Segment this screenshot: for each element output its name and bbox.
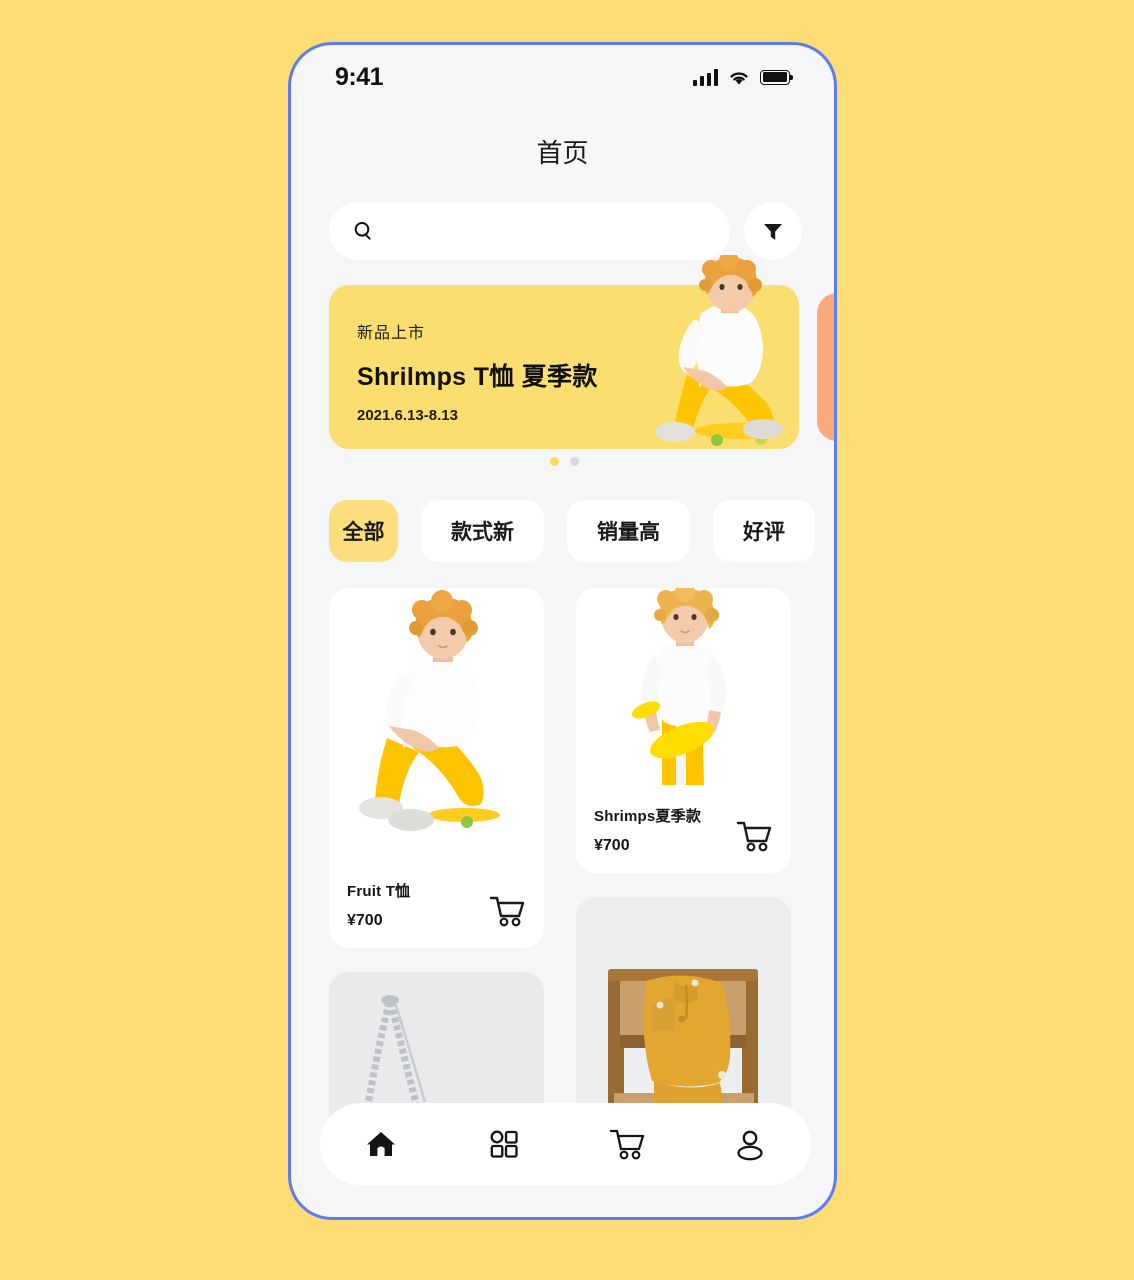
banner-text-group: 新品上市 Shrilmps T恤 夏季款 2021.6.13-8.13 <box>357 319 598 424</box>
page-background: 9:41 首页 新品上市 Shrilmps T恤 夏季款 2021.6.13-8… <box>0 0 1134 1280</box>
banner-date: 2021.6.13-8.13 <box>357 407 458 424</box>
shopping-cart-icon <box>736 821 772 852</box>
banner-slide-next[interactable] <box>817 293 834 441</box>
tab-profile[interactable] <box>715 1109 785 1179</box>
search-input[interactable] <box>387 221 708 241</box>
search-box[interactable] <box>329 202 730 260</box>
product-card[interactable]: Fruit T恤 ¥700 <box>329 588 544 948</box>
product-card[interactable]: Shrimps夏季款 ¥700 <box>576 588 791 873</box>
signal-bars-icon <box>692 68 718 86</box>
phone-frame: 9:41 首页 新品上市 Shrilmps T恤 夏季款 2021.6.13-8… <box>288 42 837 1220</box>
filter-funnel-icon <box>764 224 782 240</box>
product-price: ¥700 <box>594 837 630 854</box>
search-icon <box>354 222 371 240</box>
chip-best-selling[interactable]: 销量高 <box>567 500 690 562</box>
banner-kicker: 新品上市 <box>357 325 426 342</box>
banner-title: Shrilmps T恤 夏季款 <box>357 363 598 391</box>
banner-slide-active[interactable]: 新品上市 Shrilmps T恤 夏季款 2021.6.13-8.13 <box>329 255 799 449</box>
tab-cart[interactable] <box>592 1109 662 1179</box>
add-to-cart-button[interactable] <box>735 819 773 853</box>
battery-full-icon <box>760 69 793 85</box>
status-time: 9:41 <box>335 62 384 91</box>
page-title: 首页 <box>536 138 589 168</box>
grid-categories-icon <box>490 1130 518 1158</box>
chip-new-style[interactable]: 款式新 <box>421 500 544 562</box>
add-to-cart-button[interactable] <box>488 894 526 928</box>
product-name: Fruit T恤 <box>347 883 411 900</box>
user-profile-icon <box>736 1130 763 1161</box>
home-icon <box>367 1132 396 1156</box>
search-row <box>329 202 802 260</box>
product-image <box>329 588 544 860</box>
status-bar: 9:41 <box>291 45 834 109</box>
category-chips: 全部 款式新 销量高 好评 <box>329 500 834 562</box>
chip-all[interactable]: 全部 <box>329 500 398 562</box>
carousel-dot[interactable] <box>549 457 559 466</box>
carousel-dot[interactable] <box>569 457 579 466</box>
tab-home[interactable] <box>346 1109 416 1179</box>
bottom-tab-bar <box>320 1103 811 1185</box>
model-sitting-on-skateboard-image <box>359 590 500 831</box>
shopping-cart-icon <box>489 896 525 927</box>
banner-carousel[interactable]: 新品上市 Shrilmps T恤 夏季款 2021.6.13-8.13 <box>329 255 834 466</box>
product-name: Shrimps夏季款 <box>594 808 702 825</box>
product-info: Fruit T恤 ¥700 <box>329 880 544 948</box>
product-grid: Fruit T恤 ¥700 Shrimps夏季款 ¥700 <box>329 588 802 1168</box>
status-icons <box>692 68 793 86</box>
chip-top-rated[interactable]: 好评 <box>713 500 815 562</box>
model-holding-yellow-skateboard-image <box>631 588 727 785</box>
carousel-dots[interactable] <box>329 457 799 466</box>
product-image <box>576 588 791 785</box>
product-info: Shrimps夏季款 ¥700 <box>576 805 791 873</box>
banner-model-image <box>655 255 783 446</box>
filter-button[interactable] <box>744 202 802 260</box>
tab-categories[interactable] <box>469 1109 539 1179</box>
product-price: ¥700 <box>347 912 383 929</box>
wifi-icon <box>730 71 748 85</box>
shopping-cart-icon <box>609 1129 645 1160</box>
